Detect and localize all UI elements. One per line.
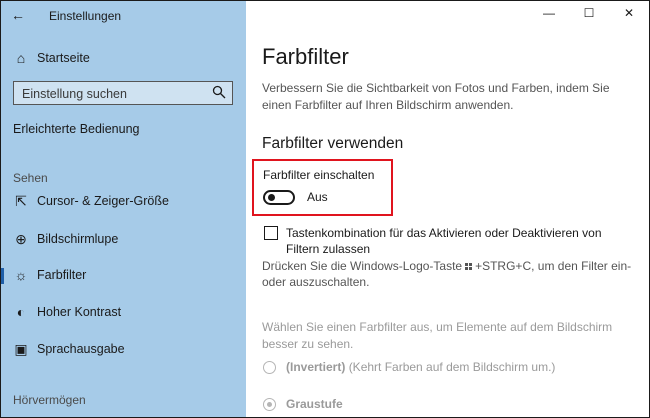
search-input[interactable]: Einstellung suchen	[13, 81, 233, 105]
radio-selected-dot	[266, 401, 272, 407]
page-description: Verbessern Sie die Sichtbarkeit von Foto…	[262, 81, 610, 112]
sun-icon: ☼	[14, 267, 28, 283]
close-button[interactable]: ✕	[609, 1, 649, 25]
windows-logo-icon	[465, 263, 473, 271]
window-title: Einstellungen	[49, 9, 122, 23]
cursor-icon: ⇱	[15, 193, 27, 209]
sidebar-item-narrator[interactable]: ▣ Sprachausgabe	[1, 334, 246, 364]
section-heading: Farbfilter verwenden	[262, 135, 404, 152]
sidebar-group-vision: Sehen	[13, 171, 48, 185]
main-content: — ☐ ✕ Farbfilter Verbessern Sie die Sich…	[246, 1, 649, 417]
shortcut-checkbox[interactable]	[264, 226, 278, 240]
search-placeholder: Einstellung suchen	[22, 87, 127, 101]
magnifier-icon: ⊕	[15, 231, 27, 247]
sidebar-item-label: Startseite	[37, 51, 90, 65]
home-icon: ⌂	[16, 50, 26, 66]
page-title: Farbfilter	[262, 44, 349, 69]
shortcut-hint-before: Drücken Sie die Windows-Logo-Taste	[262, 259, 463, 273]
maximize-button[interactable]: ☐	[569, 1, 609, 25]
sidebar-group-hearing: Hörvermögen	[13, 393, 86, 407]
shortcut-checkbox-label[interactable]: Tastenkombination für das Aktivieren ode…	[286, 225, 636, 257]
sidebar-item-label: Hoher Kontrast	[37, 305, 122, 319]
search-icon[interactable]	[212, 85, 226, 102]
narrator-icon: ▣	[14, 341, 28, 357]
sidebar-item-label: Sprachausgabe	[37, 342, 125, 356]
sidebar-item-magnifier[interactable]: ⊕ Bildschirmlupe	[1, 224, 246, 254]
sidebar-section-title: Erleichterte Bedienung	[13, 122, 140, 136]
back-arrow-icon[interactable]: ←	[9, 6, 27, 24]
active-indicator	[1, 268, 4, 284]
toggle-knob	[268, 194, 275, 201]
sidebar-item-high-contrast[interactable]: ◐ Hoher Kontrast	[1, 297, 246, 327]
sidebar: ← Einstellungen ⌂ Startseite Einstellung…	[1, 1, 246, 417]
sidebar-item-label: Bildschirmlupe	[37, 232, 119, 246]
shortcut-hint: Drücken Sie die Windows-Logo-Taste +STRG+…	[262, 258, 637, 290]
sidebar-item-cursor[interactable]: ⇱ Cursor- & Zeiger-Größe	[1, 186, 246, 216]
filter-name: Graustufe	[286, 397, 343, 411]
filter-note: (Kehrt Farben auf dem Bildschirm um.)	[348, 360, 556, 374]
filter-name: (Invertiert)	[286, 360, 346, 374]
radio-inverted-label[interactable]: (Invertiert) (Kehrt Farben auf dem Bilds…	[286, 360, 555, 374]
radio-inverted[interactable]	[263, 361, 276, 374]
sidebar-item-label: Cursor- & Zeiger-Größe	[37, 194, 169, 208]
sidebar-item-color-filter[interactable]: ☼ Farbfilter	[1, 260, 246, 290]
filter-choose-text: Wählen Sie einen Farbfilter aus, um Elem…	[262, 320, 613, 351]
contrast-icon: ◐	[16, 304, 26, 320]
settings-window: ← Einstellungen ⌂ Startseite Einstellung…	[0, 0, 650, 418]
toggle-label: Farbfilter einschalten	[263, 168, 375, 182]
sidebar-item-home[interactable]: ⌂ Startseite	[1, 43, 246, 73]
color-filter-toggle[interactable]	[263, 190, 295, 205]
toggle-state: Aus	[307, 190, 328, 204]
radio-grayscale[interactable]	[263, 398, 276, 411]
radio-grayscale-label[interactable]: Graustufe	[286, 397, 343, 411]
sidebar-item-label: Farbfilter	[37, 268, 87, 282]
minimize-button[interactable]: —	[529, 1, 569, 25]
